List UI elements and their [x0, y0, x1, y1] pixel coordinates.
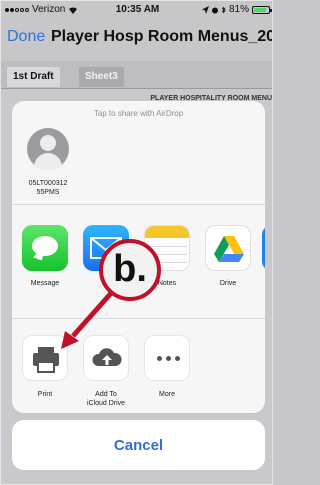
location-arrow-icon	[201, 5, 209, 14]
app-icon	[262, 225, 265, 271]
navigation-bar: Done Player Hosp Room Menus_201...	[1, 19, 273, 61]
action-label-line1: Add To	[95, 391, 117, 398]
battery-icon	[252, 5, 272, 14]
screenshot-frame: Verizon 10:35 AM 81% Done Player Hosp Ro…	[0, 0, 273, 485]
avatar	[27, 128, 69, 170]
messages-icon	[22, 225, 68, 271]
divider	[12, 204, 265, 205]
share-app-drive[interactable]: Drive	[205, 225, 251, 287]
google-drive-icon	[205, 225, 251, 271]
airdrop-device-name: 05LT000312 55PMS	[23, 179, 73, 197]
printer-icon	[22, 335, 68, 381]
print-action[interactable]: Print	[22, 335, 68, 399]
icloud-upload-icon	[83, 335, 129, 381]
action-label-line2: iCloud Drive	[86, 400, 126, 407]
battery-percent: 81%	[228, 4, 249, 15]
action-label: Add To iCloud Drive	[83, 390, 129, 408]
airdrop-name-line1: 05LT000312	[28, 180, 68, 187]
status-right: 81%	[201, 4, 272, 15]
icloud-drive-action[interactable]: Add To iCloud Drive	[83, 335, 129, 408]
sheet-tabs: 1st Draft Sheet3	[1, 61, 272, 89]
tab-sheet3[interactable]: Sheet3	[79, 67, 124, 87]
airdrop-name-line2: 55PMS	[36, 189, 60, 196]
bluetooth-icon	[221, 6, 226, 13]
cancel-button[interactable]: Cancel	[12, 420, 265, 470]
airdrop-hint: Tap to share with AirDrop	[93, 109, 184, 118]
more-action[interactable]: More	[144, 335, 190, 399]
action-label: More	[159, 391, 175, 398]
action-label: Print	[37, 391, 53, 398]
annotation-callout: b.	[99, 239, 161, 301]
more-dots-icon	[144, 335, 190, 381]
done-button[interactable]: Done	[7, 28, 45, 46]
share-app-messages[interactable]: Message	[22, 225, 68, 287]
divider	[12, 318, 265, 319]
airdrop-device[interactable]: 05LT000312 55PMS	[23, 128, 73, 197]
alarm-icon	[211, 7, 218, 13]
app-label: Drive	[219, 280, 237, 287]
document-title: Player Hosp Room Menus_201...	[51, 28, 273, 45]
app-label: Message	[30, 280, 60, 287]
share-app-partial[interactable]	[262, 225, 265, 271]
tab-1st-draft[interactable]: 1st Draft	[7, 67, 60, 87]
status-bar: Verizon 10:35 AM 81%	[1, 1, 272, 19]
